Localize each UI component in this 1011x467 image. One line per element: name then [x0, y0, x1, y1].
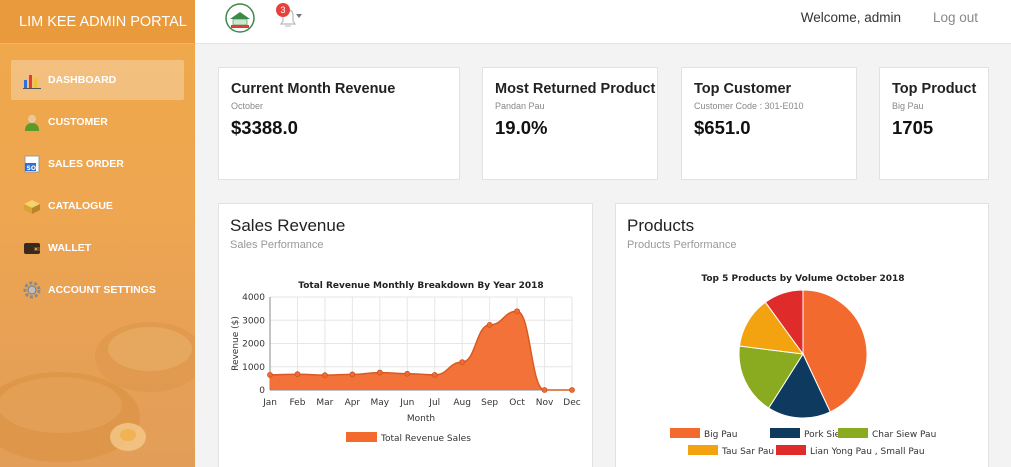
x-tick-label: Apr [345, 398, 361, 408]
stat-value: 1705 [892, 117, 934, 138]
legend-swatch [688, 445, 718, 455]
data-point [349, 371, 356, 378]
sidebar-item-label: SALES ORDER [48, 158, 124, 170]
stat-value: $651.0 [694, 117, 751, 138]
data-point [431, 371, 438, 378]
x-tick-label: Dec [563, 398, 580, 408]
stat-title: Top Product [892, 81, 977, 97]
stat-title: Current Month Revenue [231, 81, 396, 97]
products-pie-chart: Top 5 Products by Volume October 2018 Big… [670, 274, 936, 457]
x-tick-label: Sep [481, 398, 498, 408]
y-tick-label: 3000 [242, 316, 265, 326]
data-point [322, 372, 328, 379]
x-tick-label: Jan [262, 398, 277, 408]
chart-title: Top 5 Products by Volume October 2018 [701, 274, 904, 284]
dim-sum-background-image [0, 322, 195, 462]
sidebar-item-label: DASHBOARD [48, 74, 117, 86]
svg-text:SO: SO [27, 165, 36, 172]
stat-value: $3388.0 [231, 117, 298, 138]
sidebar-item-sales-order[interactable]: SO SALES ORDER [11, 144, 184, 184]
x-tick-label: May [371, 398, 390, 408]
wallet-icon [22, 238, 42, 258]
data-point [376, 369, 383, 376]
legend-swatch [838, 428, 868, 438]
x-tick-label: Aug [453, 398, 471, 408]
legend-label: Char Siew Pau [872, 430, 936, 440]
brand-title[interactable]: LIM KEE ADMIN PORTAL [0, 0, 195, 44]
data-point [514, 308, 520, 315]
data-point [541, 387, 548, 393]
x-tick-label: Feb [289, 398, 305, 408]
stat-value: 19.0% [495, 117, 548, 138]
stat-subtitle: October [231, 101, 264, 111]
y-tick-label: 0 [259, 386, 265, 396]
x-tick-label: Mar [316, 398, 333, 408]
sidebar-item-label: CATALOGUE [48, 200, 113, 212]
sales-order-icon: SO [22, 154, 42, 174]
x-tick-label: Jul [428, 398, 440, 408]
sales-revenue-panel: Sales Revenue Sales Performance Total Re… [218, 203, 593, 467]
legend-label: Tau Sar Pau [721, 447, 774, 457]
welcome-text: Welcome, admin [800, 10, 901, 25]
x-tick-label: Oct [509, 398, 525, 408]
chevron-down-icon[interactable] [296, 14, 302, 18]
stat-title: Top Customer [694, 81, 792, 97]
sidebar-nav: DASHBOARD CUSTOMER SO SALES ORDER CATALO… [0, 58, 195, 312]
x-tick-label: Jun [399, 398, 414, 408]
x-tick-label: Nov [536, 398, 554, 408]
data-point [569, 387, 575, 393]
stat-card-most-returned-product: Most Returned Product Pandan Pau 19.0% [482, 67, 658, 180]
logout-link[interactable]: Log out [933, 10, 978, 25]
legend-label: Total Revenue Sales [380, 434, 471, 444]
gear-icon [22, 280, 42, 300]
stat-subtitle: Pandan Pau [495, 101, 545, 111]
sidebar-item-label: CUSTOMER [48, 116, 108, 128]
data-point [267, 371, 273, 378]
products-panel: Products Products Performance Top 5 Prod… [615, 203, 989, 467]
company-logo[interactable] [222, 3, 258, 33]
data-point [486, 322, 493, 328]
y-tick-label: 4000 [242, 293, 265, 303]
data-point [404, 370, 411, 377]
sidebar-item-catalogue[interactable]: CATALOGUE [11, 186, 184, 226]
top-bar: 3 Welcome, admin Log out [195, 0, 1011, 44]
sidebar-item-wallet[interactable]: WALLET [11, 228, 184, 268]
legend-label: Big Pau [704, 430, 738, 440]
sidebar-item-label: WALLET [48, 242, 92, 254]
sidebar-item-dashboard[interactable]: DASHBOARD [11, 60, 184, 100]
stat-subtitle: Customer Code : 301-E010 [694, 101, 804, 111]
data-point [294, 371, 301, 378]
stat-card-top-product: Top Product Big Pau 1705 [879, 67, 989, 180]
legend-swatch [346, 432, 377, 442]
sales-revenue-chart: Total Revenue Monthly Breakdown By Year … [231, 281, 581, 444]
y-tick-label: 2000 [242, 340, 265, 350]
chart-title: Total Revenue Monthly Breakdown By Year … [298, 281, 543, 291]
data-point [459, 359, 466, 366]
x-axis-label: Month [407, 414, 435, 424]
sidebar-item-label: ACCOUNT SETTINGS [48, 284, 156, 296]
stat-card-current-month-revenue: Current Month Revenue October $3388.0 [218, 67, 460, 180]
user-icon [22, 112, 42, 132]
legend-swatch [670, 428, 700, 438]
stat-subtitle: Big Pau [892, 101, 924, 111]
bar-chart-icon [22, 70, 42, 90]
stat-title: Most Returned Product [495, 81, 656, 97]
y-tick-label: 1000 [242, 363, 265, 373]
legend-swatch [770, 428, 800, 438]
box-icon [22, 196, 42, 216]
sidebar: LIM KEE ADMIN PORTAL DASHBOARD CUSTOMER … [0, 0, 195, 467]
series-area [270, 311, 572, 390]
notification-count-badge: 3 [276, 3, 290, 17]
legend-label: Lian Yong Pau , Small Pau [810, 447, 925, 457]
sidebar-item-account-settings[interactable]: ACCOUNT SETTINGS [11, 270, 184, 310]
y-axis-label: Revenue ($) [231, 316, 241, 371]
stat-card-top-customer: Top Customer Customer Code : 301-E010 $6… [681, 67, 857, 180]
legend-swatch [776, 445, 806, 455]
sidebar-item-customer[interactable]: CUSTOMER [11, 102, 184, 142]
